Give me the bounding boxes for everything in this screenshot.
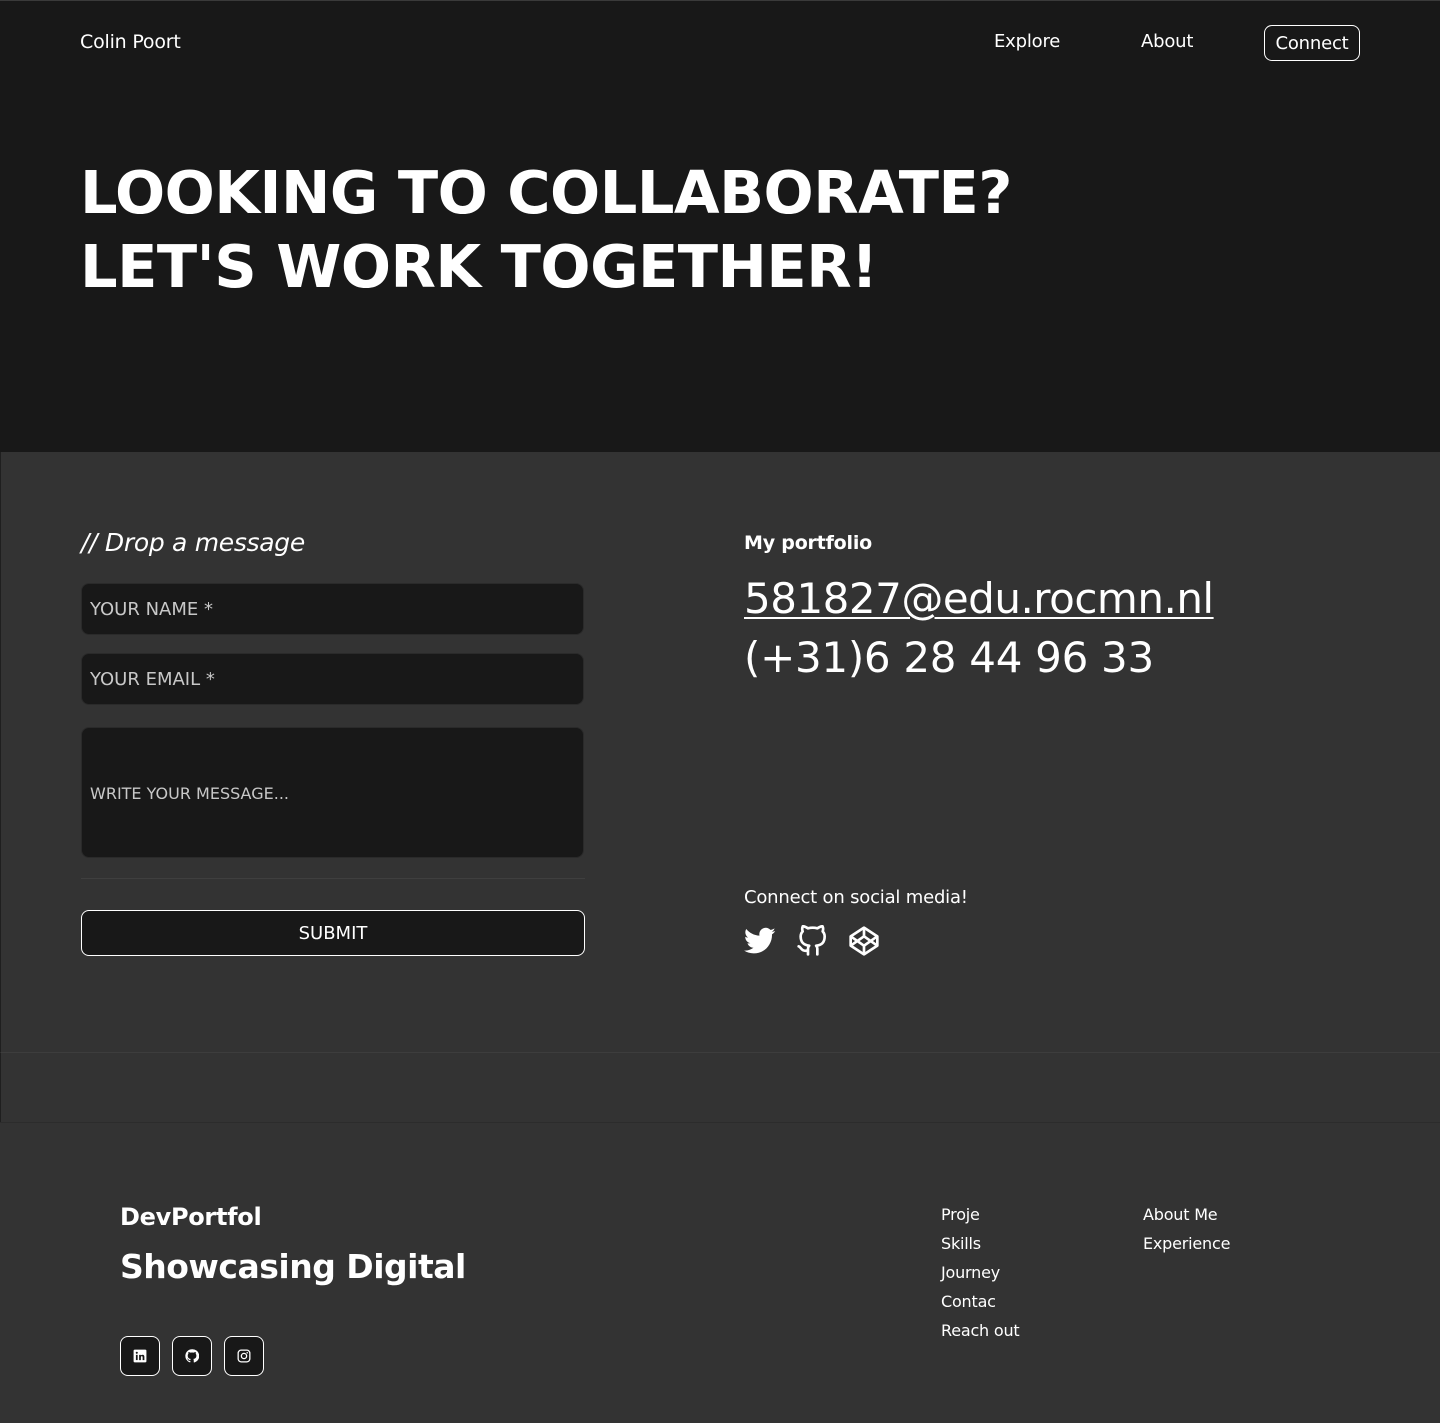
footer-tagline: Showcasing Digital	[120, 1247, 466, 1286]
footer-link-reach-out[interactable]: Reach out	[941, 1316, 1020, 1345]
portfolio-label: My portfolio	[744, 532, 873, 554]
form-divider	[81, 878, 585, 879]
hero-section: Colin Poort Explore About Connect LOOKIN…	[0, 0, 1440, 452]
footer-link-skills[interactable]: Skills	[941, 1229, 1019, 1258]
footer-link-projects[interactable]: Proje	[941, 1200, 1019, 1229]
footer-link-about-me[interactable]: About Me	[1143, 1200, 1230, 1229]
section-spacer	[0, 1052, 1440, 1122]
submit-button[interactable]: SUBMIT	[81, 910, 585, 956]
footer-link-journey[interactable]: Journey	[941, 1258, 1019, 1287]
name-input[interactable]	[81, 583, 584, 635]
nav-explore-link[interactable]: Explore	[994, 31, 1060, 52]
footer-link-experience[interactable]: Experience	[1143, 1229, 1230, 1258]
nav-about-link[interactable]: About	[1141, 31, 1193, 52]
footer-links-primary: Proje Skills Journey Contac Reach out	[941, 1200, 1020, 1345]
footer: DevPortfol Showcasing Digital Proje Skil…	[0, 1122, 1440, 1423]
email-link[interactable]: 581827@edu.rocmn.nl	[744, 574, 1214, 623]
footer-links-secondary: About Me Experience	[1143, 1200, 1230, 1258]
message-textarea[interactable]	[81, 727, 584, 858]
footer-link-contact[interactable]: Contac	[941, 1287, 1019, 1316]
form-title: // Drop a message	[81, 528, 305, 557]
codepen-icon[interactable]	[847, 924, 881, 958]
email-input[interactable]	[81, 653, 584, 705]
social-label: Connect on social media!	[744, 887, 968, 908]
nav-connect-button[interactable]: Connect	[1264, 25, 1360, 61]
github-icon[interactable]	[795, 924, 829, 958]
site-brand[interactable]: Colin Poort	[80, 31, 181, 53]
github-icon[interactable]	[172, 1336, 212, 1376]
contact-section: // Drop a message SUBMIT My portfolio 58…	[0, 452, 1440, 1052]
phone-number: (+31)6 28 44 96 33	[744, 633, 1154, 682]
instagram-icon[interactable]	[224, 1336, 264, 1376]
linkedin-icon[interactable]	[120, 1336, 160, 1376]
footer-brand: DevPortfol	[120, 1203, 262, 1231]
hero-title: LOOKING TO COLLABORATE? LET'S WORK TOGET…	[80, 158, 1012, 301]
twitter-icon[interactable]	[743, 924, 777, 958]
